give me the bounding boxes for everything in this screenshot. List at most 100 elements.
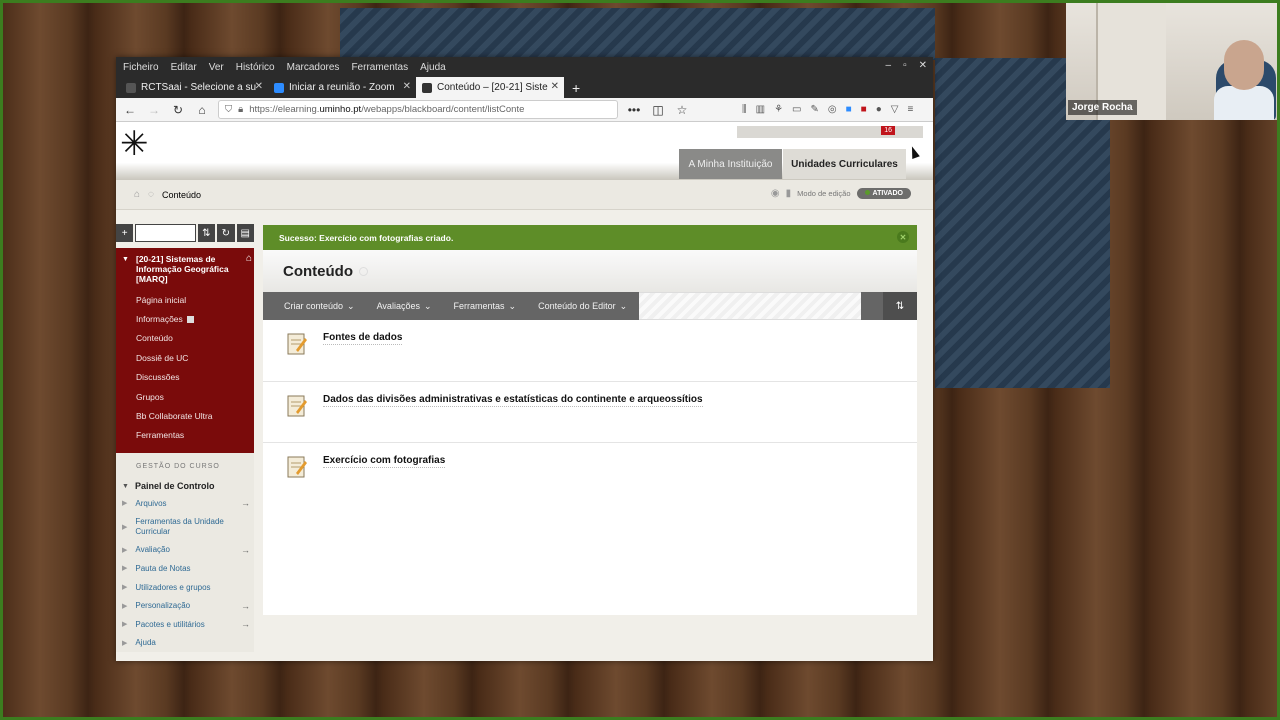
content-item-link[interactable]: Exercício com fotografias <box>323 455 446 468</box>
menu-item-pagina-inicial[interactable]: Página inicial <box>116 290 254 309</box>
menu-ver[interactable]: Ver <box>209 62 224 73</box>
university-logo-icon[interactable]: ✳ <box>120 127 149 161</box>
control-panel[interactable]: ▼ Painel de Controlo <box>116 478 254 494</box>
tab-courses[interactable]: Unidades Curriculares <box>783 149 906 179</box>
content-item-link[interactable]: Fontes de dados <box>323 332 403 345</box>
refresh-icon[interactable]: ↻ <box>217 224 235 242</box>
mgmt-item-ferramentas-uc[interactable]: ▶ Ferramentas da Unidade Curricular <box>116 513 254 541</box>
tab-favicon-icon <box>126 82 136 93</box>
arrow-icon: → <box>241 498 250 509</box>
tab-label: RCTSaai - Selecione a su <box>141 82 257 93</box>
action-bar: Criar conteúdo ⌄ Avaliações ⌄ Ferramentas ⌄… <box>263 292 917 320</box>
course-menu: ▼ [20-21] Sistemas de Informação Geográf… <box>116 248 254 453</box>
accessibility-icon[interactable]: ▮ <box>786 188 792 199</box>
menu-item-discussoes[interactable]: Discussões <box>116 368 254 387</box>
tab-my-institution[interactable]: A Minha Instituição <box>679 149 782 179</box>
new-tab-icon[interactable]: + <box>564 77 588 98</box>
content-item: Dados das divisões administrativas e est… <box>263 382 917 443</box>
close-window-icon[interactable]: ✕ <box>919 60 927 71</box>
menu-ferramentas[interactable]: Ferramentas <box>351 62 408 73</box>
tools-button[interactable]: Ferramentas ⌄ <box>442 292 527 320</box>
tab-close-icon[interactable]: ✕ <box>403 81 411 92</box>
library-icon[interactable]: ⫼ <box>742 104 747 115</box>
options-icon[interactable] <box>358 266 368 276</box>
participant-name: Jorge Rocha <box>1068 100 1137 115</box>
notification-badge[interactable]: 16 <box>881 126 895 135</box>
tab-close-icon[interactable]: ✕ <box>551 81 559 92</box>
menu-ficheiro[interactable]: Ficheiro <box>123 62 159 73</box>
sidebar-icon[interactable]: ▥ <box>756 104 765 115</box>
lock-icon: 🔒︎ <box>238 104 244 115</box>
management-heading: GESTÃO DO CURSO <box>136 463 220 470</box>
mgmt-item-avaliacao[interactable]: ▶ Avaliação → <box>116 541 254 560</box>
create-content-button[interactable]: Criar conteúdo ⌄ <box>263 292 365 320</box>
mgmt-item-pacotes[interactable]: ▶ Pacotes e utilitários → <box>116 615 254 634</box>
mgmt-item-arquivos[interactable]: ▶ Arquivos → <box>116 494 254 513</box>
reload-icon[interactable]: ↻ <box>170 103 186 117</box>
course-home-icon[interactable]: ⌂ <box>246 254 252 264</box>
document-icon <box>287 456 307 478</box>
menu-bar: Ficheiro Editar Ver Histórico Marcadores… <box>116 57 933 77</box>
tab-zoom[interactable]: Iniciar a reunião - Zoom ✕ <box>268 77 416 98</box>
chevron-down-icon: ⌄ <box>619 300 628 311</box>
forward-icon[interactable]: → <box>146 103 162 117</box>
menu-ajuda[interactable]: Ajuda <box>420 62 446 73</box>
minimize-icon[interactable]: – <box>886 60 892 71</box>
add-menu-item-icon[interactable]: + <box>116 224 134 242</box>
extension-icon[interactable]: ✎ <box>810 104 818 115</box>
detach-icon[interactable]: ▤ <box>236 224 254 242</box>
extension-icon[interactable]: ◎ <box>828 104 837 115</box>
menu-historico[interactable]: Histórico <box>236 62 275 73</box>
content-item-link[interactable]: Dados das divisões administrativas e est… <box>323 394 703 407</box>
extension-icon[interactable]: ■ <box>861 104 867 115</box>
menu-marcadores[interactable]: Marcadores <box>287 62 340 73</box>
tab-rctsaai[interactable]: RCTSaai - Selecione a su ✕ <box>120 77 268 98</box>
menu-item-dossie[interactable]: Dossiê de UC <box>116 348 254 367</box>
extension-icon[interactable]: ⚘ <box>774 104 783 115</box>
edit-mode-toggle[interactable]: ATIVADO <box>856 188 911 199</box>
course-menu-tools: + ⇅ ↻ ▤ <box>116 224 254 242</box>
mgmt-item-ajuda[interactable]: ▶ Ajuda <box>116 634 254 653</box>
breadcrumb-home-icon[interactable]: ⌂ <box>134 189 140 200</box>
user-bar[interactable] <box>737 126 923 138</box>
tab-close-icon[interactable]: ✕ <box>255 81 263 92</box>
edit-mode-label: Modo de edição <box>797 189 851 198</box>
menu-item-ferramentas[interactable]: Ferramentas <box>116 426 254 445</box>
extension-icon[interactable]: ▽ <box>891 104 899 115</box>
collapse-icon[interactable]: ▼ <box>122 255 129 265</box>
menu-item-informacoes[interactable]: Informações <box>116 309 254 328</box>
editor-content-button[interactable]: Conteúdo do Editor ⌄ <box>526 292 637 320</box>
menu-item-conteudo[interactable]: Conteúdo <box>116 329 254 348</box>
screenshot-icon[interactable]: ▭ <box>792 104 801 115</box>
bookmark-star-icon[interactable]: ☆ <box>674 103 690 117</box>
home-icon[interactable]: ⌂ <box>194 103 210 117</box>
mgmt-item-utilizadores[interactable]: ▶ Utilizadores e grupos <box>116 578 254 597</box>
mgmt-item-personalizacao[interactable]: ▶ Personalização → <box>116 596 254 615</box>
document-icon <box>287 333 307 355</box>
view-icon[interactable]: ◉ <box>771 188 780 199</box>
course-title[interactable]: ▼ [20-21] Sistemas de Informação Geográf… <box>116 254 254 285</box>
zoom-extension-icon[interactable]: ■ <box>846 104 852 115</box>
dismiss-icon[interactable]: ✕ <box>897 231 909 243</box>
page-actions-icon[interactable]: ••• <box>626 103 642 117</box>
blackboard-favicon-icon <box>422 82 432 93</box>
hamburger-menu-icon[interactable]: ≡ <box>907 104 913 115</box>
menu-editar[interactable]: Editar <box>171 62 197 73</box>
address-bar[interactable]: ⛉ 🔒︎ https://elearning.uminho.pt/webapps… <box>218 100 618 119</box>
reorder-icon[interactable]: ⇅ <box>883 292 917 320</box>
mgmt-item-pauta[interactable]: ▶ Pauta de Notas <box>116 559 254 578</box>
sort-icon[interactable]: ⇅ <box>197 224 216 242</box>
account-icon[interactable]: ● <box>876 104 882 115</box>
tab-label: Conteúdo – [20-21] Siste <box>437 82 548 93</box>
maximize-icon[interactable]: ▫ <box>903 60 907 71</box>
menu-item-collaborate[interactable]: Bb Collaborate Ultra <box>116 406 254 425</box>
zoom-favicon-icon <box>274 82 284 93</box>
pocket-icon[interactable]: ◫ <box>650 103 666 117</box>
arrow-icon: → <box>241 619 250 630</box>
menu-item-grupos[interactable]: Grupos <box>116 387 254 406</box>
tab-conteudo[interactable]: Conteúdo – [20-21] Siste ✕ <box>416 77 564 98</box>
course-menu-search[interactable] <box>135 224 196 242</box>
success-message: Sucesso: Exercício com fotografias criad… <box>279 232 454 243</box>
assessments-button[interactable]: Avaliações ⌄ <box>365 292 442 320</box>
back-icon[interactable]: ← <box>122 103 138 117</box>
